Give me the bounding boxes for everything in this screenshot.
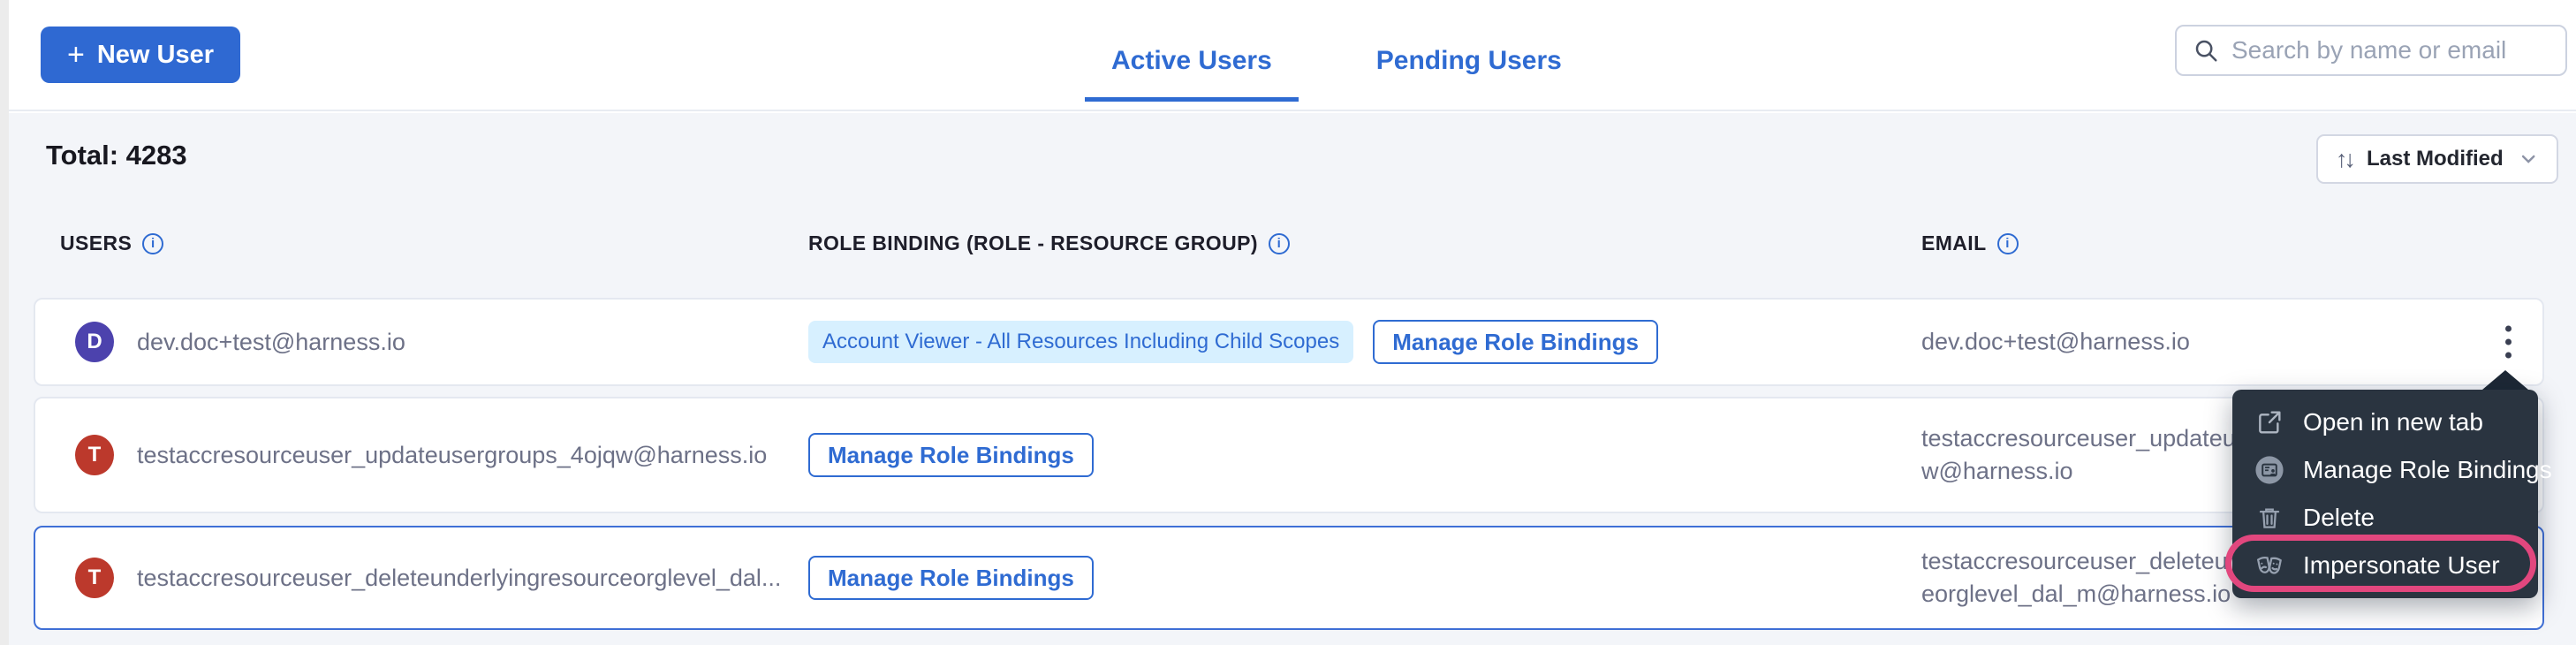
search-icon [2193,37,2219,64]
role-binding-cell: Account Viewer - All Resources Including… [808,320,1658,364]
tab-active-users[interactable]: Active Users [1085,46,1299,102]
tab-bar: Active Users Pending Users [1085,46,1588,102]
sort-direction-icon: ↑↓ [2336,146,2352,173]
info-icon[interactable]: i [1997,233,2019,254]
user-name: testaccresourceuser_deleteunderlyingreso… [137,565,781,592]
page-header: + New User Active Users Pending Users [9,0,2576,111]
user-name: dev.doc+test@harness.io [137,329,405,356]
column-header-role-binding-label: ROLE BINDING (ROLE - RESOURCE GROUP) [808,231,1258,255]
plus-icon: + [67,40,85,70]
manage-role-bindings-button[interactable]: Manage Role Bindings [808,556,1094,600]
menu-item-open-in-new-tab[interactable]: Open in new tab [2232,398,2538,446]
tab-pending-users[interactable]: Pending Users [1350,46,1588,102]
open-in-new-tab-icon [2254,406,2285,438]
menu-item-label: Delete [2303,504,2375,532]
info-icon[interactable]: i [142,233,163,254]
total-count-label: Total: 4283 [46,140,187,171]
manage-role-bindings-button[interactable]: Manage Role Bindings [1373,320,1658,364]
column-header-email-label: EMAIL [1921,231,1987,255]
column-header-role-binding: ROLE BINDING (ROLE - RESOURCE GROUP) i [808,231,1290,255]
impersonate-masks-icon [2254,550,2285,581]
email-cell: dev.doc+test@harness.io [1921,326,2416,359]
role-binding-cell: Manage Role Bindings [808,433,1094,477]
table-row[interactable]: T testaccresourceuser_deleteunderlyingre… [34,526,2544,630]
role-binding-badge: Account Viewer - All Resources Including… [808,321,1353,363]
user-name: testaccresourceuser_updateusergroups_4oj… [137,442,767,469]
user-cell: T testaccresourceuser_deleteunderlyingre… [75,558,781,598]
search-input[interactable] [2231,36,2549,64]
avatar: T [75,558,114,598]
info-icon[interactable]: i [1269,233,1290,254]
table-row[interactable]: T testaccresourceuser_updateusergroups_4… [34,397,2544,513]
sort-dropdown[interactable]: ↑↓ Last Modified [2316,134,2558,184]
manage-role-bindings-button[interactable]: Manage Role Bindings [808,433,1094,477]
page-left-edge [0,0,9,645]
column-header-users: USERS i [60,231,163,255]
menu-item-label: Manage Role Bindings [2303,456,2552,484]
user-cell: T testaccresourceuser_updateusergroups_4… [75,435,767,475]
user-management-page: + New User Active Users Pending Users To… [0,0,2576,645]
context-menu: Open in new tab Manage Role Bindings [2232,390,2538,598]
kebab-menu-icon[interactable] [2496,317,2520,368]
column-header-users-label: USERS [60,231,132,255]
user-cell: D dev.doc+test@harness.io [75,322,405,362]
trash-icon [2254,502,2285,534]
menu-item-impersonate-user[interactable]: Impersonate User [2232,542,2538,589]
column-header-email: EMAIL i [1921,231,2019,255]
menu-item-label: Open in new tab [2303,408,2483,436]
new-user-button-label: New User [97,41,214,70]
sort-dropdown-label: Last Modified [2367,147,2504,171]
manage-role-bindings-icon [2254,454,2285,486]
avatar: T [75,435,114,475]
new-user-button[interactable]: + New User [41,27,240,83]
menu-item-label: Impersonate User [2303,551,2500,580]
menu-item-manage-role-bindings[interactable]: Manage Role Bindings [2232,446,2538,494]
role-binding-cell: Manage Role Bindings [808,556,1094,600]
menu-item-delete[interactable]: Delete [2232,494,2538,542]
avatar: D [75,322,114,362]
chevron-down-icon [2518,148,2539,171]
search-box[interactable] [2175,25,2567,76]
table-row[interactable]: D dev.doc+test@harness.io Account Viewer… [34,298,2544,386]
context-menu-caret [2482,370,2528,390]
